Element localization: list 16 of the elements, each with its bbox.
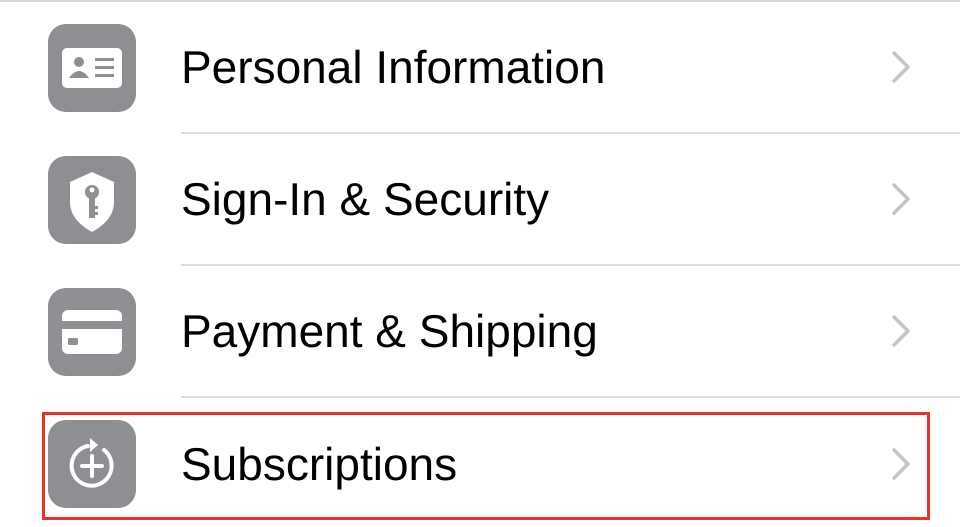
shield-key-icon bbox=[48, 156, 136, 244]
chevron-icon bbox=[890, 313, 912, 349]
credit-card-icon bbox=[48, 288, 136, 376]
contact-card-icon bbox=[48, 24, 136, 112]
row-label: Personal Information bbox=[181, 40, 606, 94]
row-label: Sign-In & Security bbox=[181, 172, 550, 226]
settings-row[interactable]: Payment & Shipping bbox=[0, 266, 960, 398]
row-label: Subscriptions bbox=[181, 436, 458, 492]
circular-arrow-plus-icon bbox=[48, 420, 136, 508]
settings-row[interactable]: Sign-In & Security bbox=[0, 134, 960, 266]
chevron-icon bbox=[890, 446, 912, 482]
settings-row[interactable]: Personal Information bbox=[0, 2, 960, 134]
row-label: Payment & Shipping bbox=[181, 304, 599, 358]
chevron-icon bbox=[890, 181, 912, 217]
chevron-icon bbox=[890, 49, 912, 85]
settings-row[interactable]: Subscriptions bbox=[0, 398, 960, 527]
